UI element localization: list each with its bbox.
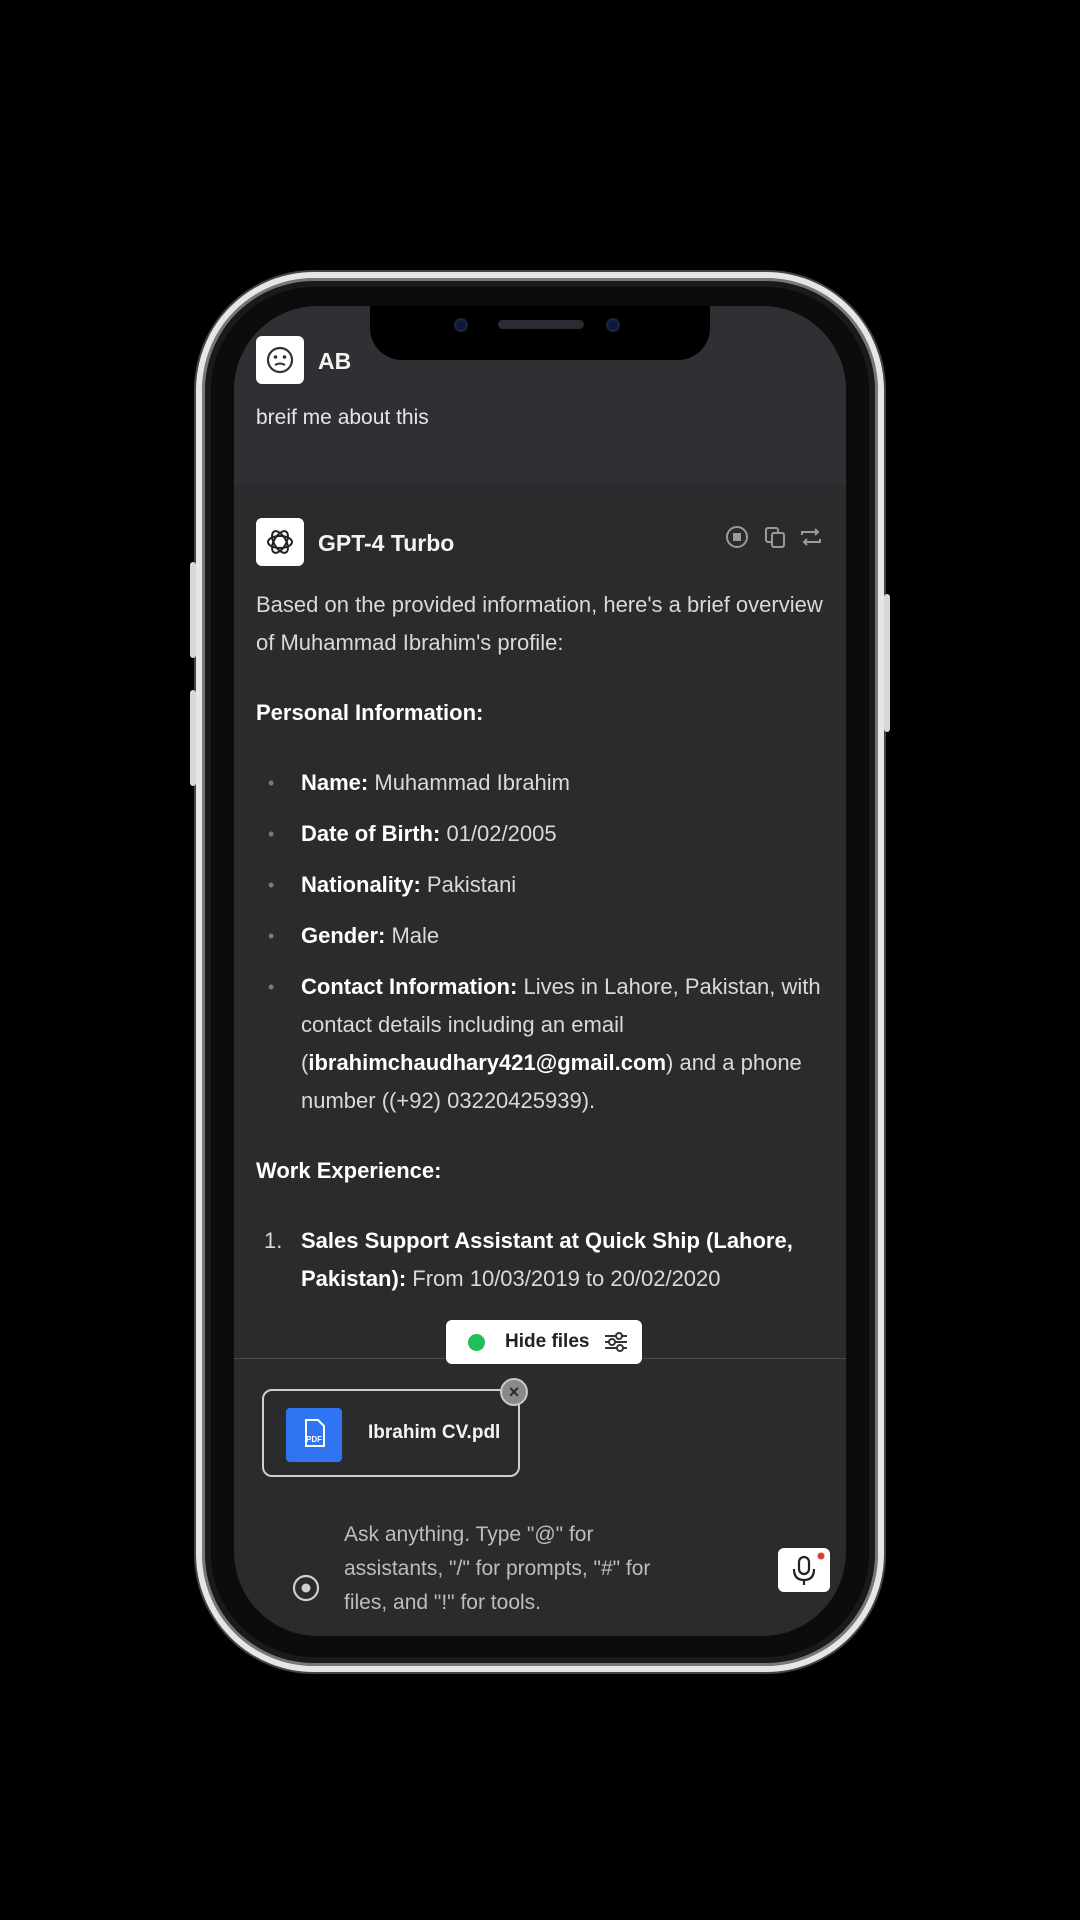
assistant-intro: Based on the provided information, here'… (256, 592, 823, 655)
status-dot-icon (468, 1333, 485, 1351)
speaker-grille (498, 320, 584, 329)
assistant-avatar (256, 518, 304, 566)
chat-screen: AB breif me about this GPT-4 Turbo Based… (234, 306, 846, 1636)
phone-side-button-power (884, 594, 890, 732)
item-value: Male (391, 923, 440, 948)
user-name: AB (318, 348, 352, 374)
regenerate-icon[interactable] (798, 524, 824, 550)
attachment-card[interactable]: PDF Ibrahim CV.pdl (262, 1389, 520, 1477)
pdf-file-icon: PDF (286, 1408, 342, 1462)
add-circle-icon[interactable] (290, 1572, 322, 1604)
item-value: Pakistani (426, 872, 517, 897)
contact-email: ibrahimchaudhary421@gmail.com (308, 1050, 667, 1075)
item-value: From 10/03/2019 to 20/02/2020 (412, 1266, 721, 1291)
remove-attachment-close-icon[interactable]: × (500, 1378, 528, 1406)
list-item: Nationality: Pakistani (256, 866, 826, 904)
microphone-icon (792, 1552, 825, 1585)
pdf-icon-label: PDF (306, 1435, 322, 1444)
phone-side-button-mute (190, 562, 196, 658)
list-item: Name: Muhammad Ibrahim (256, 764, 826, 802)
phone-side-button-volume (190, 690, 196, 786)
item-label: Contact Information: (301, 974, 518, 999)
item-label: Date of Birth: (301, 821, 441, 846)
personal-info-list: Name: Muhammad Ibrahim Date of Birth: 01… (256, 764, 826, 1120)
list-item: 1. Sales Support Assistant at Quick Ship … (256, 1222, 826, 1298)
work-experience-list: 1. Sales Support Assistant at Quick Ship … (256, 1222, 826, 1298)
assistant-model-name: GPT-4 Turbo (318, 530, 455, 556)
item-value: Muhammad Ibrahim (374, 770, 571, 795)
hide-files-button[interactable]: Hide files (446, 1320, 642, 1364)
item-number: 1. (264, 1228, 283, 1253)
voice-input-button[interactable] (778, 1548, 830, 1592)
list-item: Date of Birth: 01/02/2005 (256, 815, 826, 853)
list-item: Contact Information: Lives in Lahore, Pa… (256, 968, 826, 1120)
hide-files-label: Hide files (505, 1331, 590, 1352)
copy-icon[interactable] (762, 524, 788, 550)
list-item: Gender: Male (256, 917, 826, 955)
user-avatar[interactable] (256, 336, 304, 384)
user-message-text: breif me about this (256, 406, 429, 429)
phone-notch (370, 306, 710, 360)
chat-input-placeholder[interactable]: Ask anything. Type "@" for assistants, "… (344, 1518, 684, 1620)
sliders-icon (605, 1332, 628, 1352)
assistant-message-content: Based on the provided information, here'… (256, 586, 826, 1338)
openai-logo-icon (267, 530, 293, 554)
item-label: Nationality: (301, 872, 421, 897)
section-heading-work: Work Experience: (256, 1158, 442, 1183)
item-label: Name: (301, 770, 369, 795)
item-value: 01/02/2005 (446, 821, 557, 846)
camera-icon (454, 318, 468, 332)
sensor-icon (606, 318, 620, 332)
face-icon (266, 346, 294, 374)
section-heading-personal: Personal Information: (256, 700, 484, 725)
attachment-file-name: Ibrahim CV.pdl (368, 1422, 501, 1443)
item-label: Gender: (301, 923, 386, 948)
stop-icon[interactable] (724, 524, 750, 550)
